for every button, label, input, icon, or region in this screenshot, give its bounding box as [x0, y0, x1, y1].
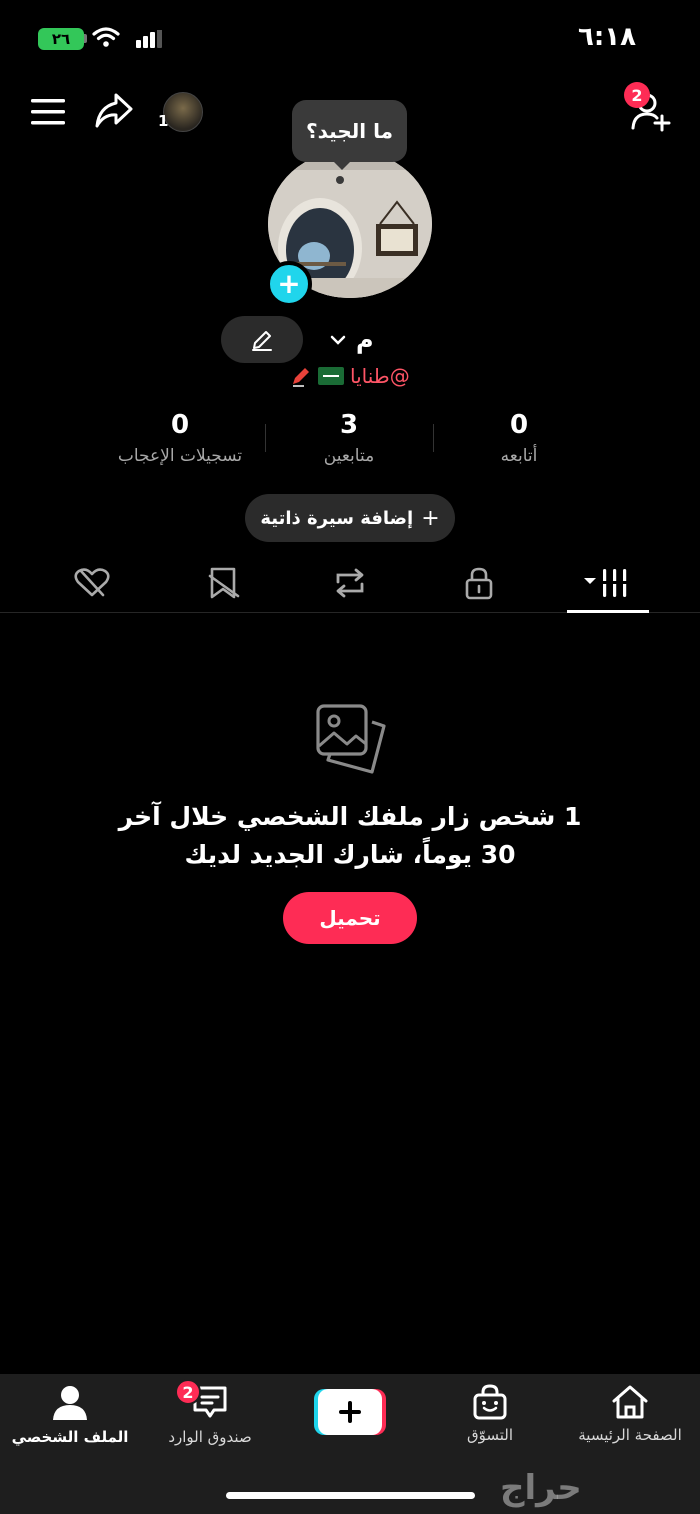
- create-button[interactable]: [314, 1389, 386, 1435]
- likes-count: 0: [170, 410, 190, 440]
- visitors-message-line2: 30 يوماً، شارك الجديد لديك: [184, 840, 516, 869]
- videos-grid-icon: [584, 569, 628, 597]
- nav-home[interactable]: الصفحة الرئيسية: [560, 1384, 700, 1444]
- nav-shop-label: التسوّق: [466, 1426, 514, 1444]
- tab-videos[interactable]: [538, 562, 678, 604]
- tab-private[interactable]: [409, 562, 549, 604]
- shopping-bag-icon: [473, 1384, 507, 1420]
- inbox-notification-badge: 2: [175, 1379, 201, 1405]
- share-icon[interactable]: [94, 92, 134, 130]
- nav-inbox[interactable]: صندوق الوارد: [140, 1384, 280, 1446]
- upload-label: تحميل: [319, 906, 381, 930]
- battery-indicator: ٢٦: [38, 28, 84, 50]
- following-count: 0: [509, 410, 529, 440]
- following-label: أتابعه: [500, 446, 538, 466]
- add-avatar-button[interactable]: +: [266, 261, 312, 307]
- upload-button[interactable]: تحميل: [283, 892, 417, 944]
- haraj-watermark: حراج: [500, 1468, 582, 1508]
- plus-icon: +: [421, 505, 440, 531]
- account-count: 1: [158, 112, 169, 130]
- tooltip-tail: [332, 160, 352, 170]
- chevron-down-icon: [330, 335, 346, 345]
- add-bio-button[interactable]: + إضافة سيرة ذاتية: [245, 494, 455, 542]
- repost-icon: [336, 568, 364, 598]
- profile-handle-row: @طنايا: [290, 364, 410, 388]
- visitors-message-line1: 1 شخص زار ملفك الشخصي خلال آخر: [118, 802, 582, 831]
- nav-profile-label: الملف الشخصي: [11, 1428, 129, 1446]
- profile-handle: @طنايا: [350, 364, 410, 388]
- tooltip-dot: [336, 176, 344, 184]
- nav-profile[interactable]: الملف الشخصي: [0, 1384, 140, 1446]
- plus-icon: +: [277, 267, 301, 300]
- wifi-icon: [92, 27, 120, 47]
- battery-cap: [84, 34, 87, 43]
- visitors-message: 1 شخص زار ملفك الشخصي خلال آخر 30 يوماً،…: [100, 798, 600, 874]
- cellular-signal-icon: [136, 30, 162, 48]
- saudi-flag-icon: [318, 367, 344, 385]
- nav-home-label: الصفحة الرئيسية: [578, 1426, 682, 1444]
- profile-name-row[interactable]: م: [330, 326, 374, 354]
- status-time: ٦:١٨: [578, 22, 637, 52]
- add-bio-label: إضافة سيرة ذاتية: [260, 507, 414, 529]
- bookmark-hidden-icon: [208, 567, 240, 599]
- tab-favorites[interactable]: [154, 562, 294, 604]
- edit-profile-button[interactable]: [221, 316, 303, 363]
- active-tab-indicator: [567, 610, 649, 613]
- likes-stat[interactable]: 0 تسجيلات الإعجاب: [80, 410, 280, 466]
- heart-hidden-icon: [74, 568, 110, 597]
- profile-icon: [53, 1386, 87, 1420]
- tab-liked[interactable]: [22, 562, 162, 604]
- home-icon: [612, 1385, 648, 1419]
- friends-notification-badge: 2: [624, 82, 650, 108]
- status-tooltip[interactable]: ما الجيد؟: [292, 100, 407, 162]
- following-stat[interactable]: 0 أتابعه: [419, 410, 619, 466]
- battery-level: ٢٦: [51, 30, 71, 48]
- nav-inbox-label: صندوق الوارد: [168, 1428, 252, 1446]
- menu-icon[interactable]: [31, 98, 65, 126]
- tab-reposts[interactable]: [280, 562, 420, 604]
- account-avatar[interactable]: [163, 92, 203, 132]
- likes-label: تسجيلات الإعجاب: [117, 446, 243, 466]
- lock-icon: [465, 567, 493, 600]
- nav-shop[interactable]: التسوّق: [420, 1384, 560, 1444]
- red-pencil-icon: [293, 368, 309, 387]
- tooltip-text: ما الجيد؟: [306, 119, 393, 143]
- pencil-icon: [252, 330, 272, 351]
- photos-icon: [316, 704, 386, 774]
- home-indicator[interactable]: [226, 1492, 475, 1499]
- profile-name: م: [356, 326, 374, 354]
